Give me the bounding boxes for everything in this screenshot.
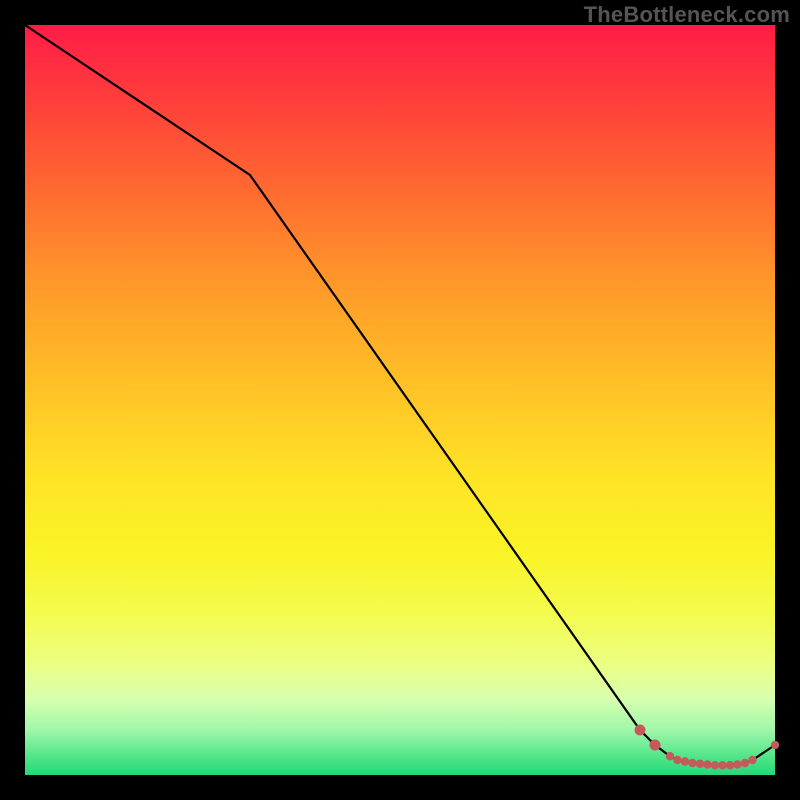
- data-point: [703, 760, 711, 768]
- data-point: [666, 752, 674, 760]
- data-point: [718, 761, 726, 769]
- plot-svg: [25, 25, 775, 775]
- plot-area: [25, 25, 775, 775]
- data-point: [635, 725, 646, 736]
- data-point: [681, 757, 689, 765]
- data-point: [733, 760, 741, 768]
- data-point: [650, 740, 661, 751]
- data-point: [748, 756, 756, 764]
- data-point: [673, 756, 681, 764]
- data-point: [726, 761, 734, 769]
- data-point: [771, 741, 779, 749]
- chart-frame: TheBottleneck.com: [0, 0, 800, 800]
- curve-line: [25, 25, 775, 765]
- data-point: [696, 760, 704, 768]
- data-point: [688, 759, 696, 767]
- curve-markers: [635, 725, 780, 770]
- data-point: [711, 761, 719, 769]
- data-point: [741, 759, 749, 767]
